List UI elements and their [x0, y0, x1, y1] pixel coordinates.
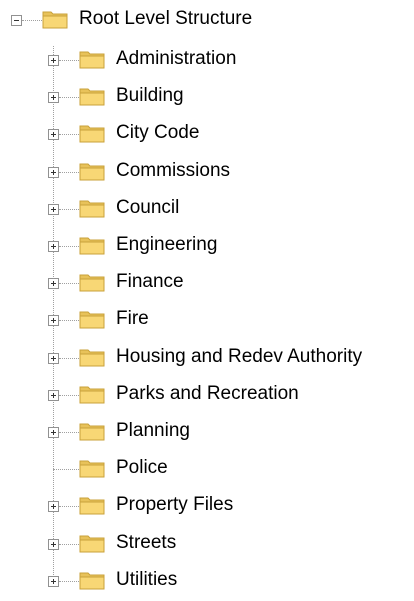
expand-icon[interactable]	[47, 352, 59, 364]
folder-icon	[42, 9, 68, 29]
tree-connector	[59, 209, 79, 210]
tree-connector	[59, 432, 79, 433]
expand-icon[interactable]	[47, 128, 59, 140]
expand-icon[interactable]	[47, 54, 59, 66]
tree-node-label[interactable]: Parks and Recreation	[114, 383, 301, 405]
folder-icon	[79, 458, 105, 478]
folder-icon	[79, 123, 105, 143]
folder-icon	[79, 198, 105, 218]
folder-icon	[79, 421, 105, 441]
tree-node-label[interactable]: Utilities	[114, 569, 179, 591]
expand-icon[interactable]	[47, 277, 59, 289]
tree-connector	[59, 172, 79, 173]
tree-node-label[interactable]: Council	[114, 197, 181, 219]
folder-icon	[79, 235, 105, 255]
folder-icon	[79, 161, 105, 181]
expand-icon[interactable]	[47, 91, 59, 103]
tree-root-label[interactable]: Root Level Structure	[77, 8, 254, 30]
tree-node-label[interactable]: Property Files	[114, 494, 235, 516]
collapse-icon[interactable]	[10, 14, 22, 26]
expand-icon[interactable]	[47, 426, 59, 438]
folder-icon	[79, 570, 105, 590]
tree-connector	[22, 20, 42, 21]
tree-node-label[interactable]: Commissions	[114, 160, 232, 182]
tree-connector	[59, 581, 79, 582]
expand-icon[interactable]	[47, 314, 59, 326]
tree-connector	[59, 246, 79, 247]
expand-icon[interactable]	[47, 240, 59, 252]
tree-connector	[59, 283, 79, 284]
tree-node-label[interactable]: Fire	[114, 308, 151, 330]
expand-icon[interactable]	[47, 575, 59, 587]
folder-icon	[79, 347, 105, 367]
tree-node-label[interactable]: Engineering	[114, 234, 219, 256]
tree-node-label[interactable]: Housing and Redev Authority	[114, 346, 364, 368]
tree-connector	[59, 506, 79, 507]
folder-icon	[79, 495, 105, 515]
tree-node-label[interactable]: Police	[114, 457, 170, 479]
tree-node-label[interactable]: Building	[114, 85, 186, 107]
folder-icon	[79, 533, 105, 553]
tree-connector	[59, 60, 79, 61]
folder-icon	[79, 49, 105, 69]
expand-icon[interactable]	[47, 203, 59, 215]
tree-node-label[interactable]: Streets	[114, 532, 178, 554]
tree-connector	[59, 320, 79, 321]
folder-icon	[79, 309, 105, 329]
expand-icon[interactable]	[47, 389, 59, 401]
folder-icon	[79, 272, 105, 292]
folder-icon	[79, 86, 105, 106]
folder-icon	[79, 384, 105, 404]
tree-node-label[interactable]: Finance	[114, 271, 186, 293]
expand-icon[interactable]	[47, 500, 59, 512]
tree-node-label[interactable]: Administration	[114, 48, 238, 70]
tree-node-label[interactable]: Planning	[114, 420, 192, 442]
expand-icon[interactable]	[47, 538, 59, 550]
tree-connector	[59, 358, 79, 359]
tree-node-label[interactable]: City Code	[114, 122, 201, 144]
tree-connector	[53, 469, 79, 470]
tree-connector	[59, 395, 79, 396]
tree-connector	[59, 544, 79, 545]
expand-icon[interactable]	[47, 166, 59, 178]
tree-connector	[59, 97, 79, 98]
folder-tree: Root Level Structure Administration Buildi…	[0, 0, 414, 601]
tree-connector	[59, 134, 79, 135]
